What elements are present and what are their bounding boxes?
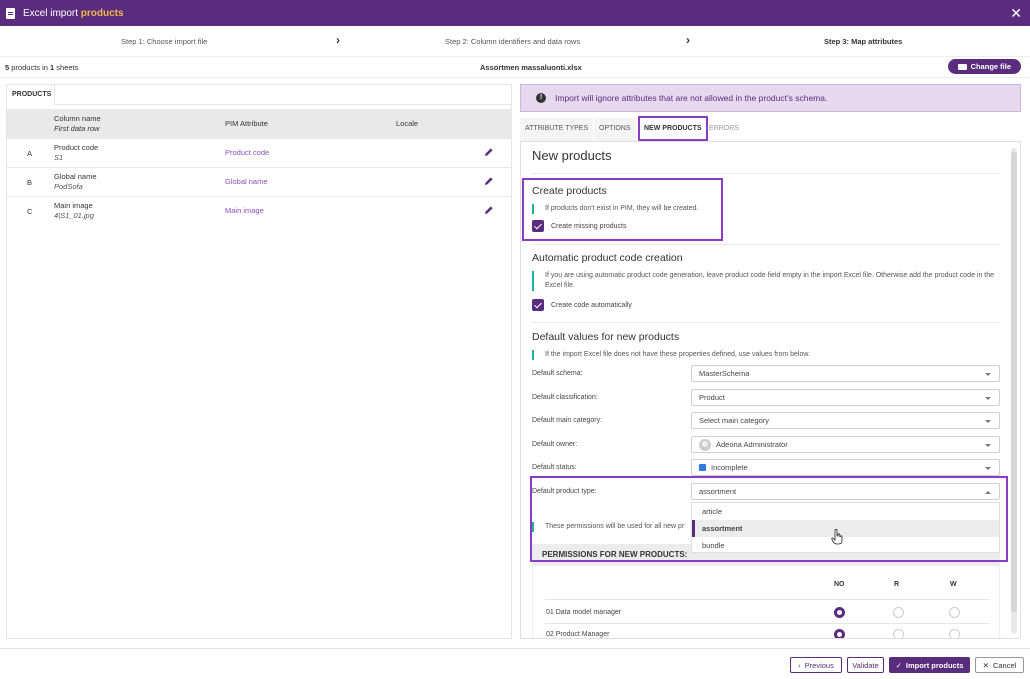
- perm-radio-r[interactable]: [893, 629, 904, 638]
- default-status-label: Default status:: [532, 464, 577, 471]
- default-schema-select[interactable]: MasterSchema: [691, 365, 1000, 382]
- permissions-table: NO R W 01 Data model manager 02 Product …: [532, 565, 1000, 638]
- step-2[interactable]: Step 2: Column identifiers and data rows: [445, 37, 580, 46]
- title-bar: Excel import products ✕: [0, 0, 1030, 26]
- products-count-text: 5 products in 1 sheets: [5, 63, 79, 72]
- change-file-button[interactable]: Change file: [947, 59, 1021, 74]
- perm-radio-r[interactable]: [893, 607, 904, 618]
- excel-file-icon: [6, 7, 15, 19]
- tab-errors[interactable]: ERRORS: [704, 118, 744, 141]
- checkbox-checked-icon: [532, 220, 544, 232]
- perm-radio-no[interactable]: [834, 607, 845, 618]
- info-icon: !: [536, 93, 546, 103]
- create-products-hint: If products don't exist in PIM, they wil…: [532, 204, 1002, 214]
- chevron-right-icon: ›: [686, 33, 690, 47]
- tab-products-sheet[interactable]: PRODUCTS: [7, 85, 55, 105]
- check-icon: ✓: [895, 660, 902, 670]
- create-code-automatically-checkbox[interactable]: Create code automatically: [532, 299, 632, 311]
- chevron-right-icon: ›: [336, 33, 340, 47]
- footer: ‹ Previous Validate ✓ Import products ✕ Can…: [0, 648, 1030, 679]
- schema-notice: ! Import will ignore attributes that are…: [520, 84, 1021, 112]
- previous-button[interactable]: ‹ Previous: [790, 657, 842, 673]
- product-type-highlight: [530, 476, 1008, 562]
- tab-new-products[interactable]: NEW PRODUCTS: [638, 116, 708, 141]
- pencil-icon[interactable]: [484, 176, 494, 186]
- page-title: New products: [532, 148, 612, 163]
- settings-tabs: ATTRIBUTE TYPES OPTIONS NEW PRODUCTS ERR…: [520, 116, 1021, 142]
- perm-row-label: 02 Product Manager: [546, 631, 610, 638]
- chevron-down-icon: [985, 467, 991, 470]
- chevron-down-icon: [985, 444, 991, 447]
- default-classification-label: Default classification:: [532, 394, 598, 401]
- default-main-category-label: Default main category:: [532, 417, 603, 424]
- wizard-steps: Step 1: Choose import file › Step 2: Col…: [0, 32, 1030, 52]
- new-products-panel: New products Create products If products…: [520, 142, 1021, 639]
- locale-header: Locale: [396, 119, 419, 128]
- first-data-row-header: First data row: [54, 124, 100, 133]
- defaults-title: Default values for new products: [532, 331, 680, 343]
- table-row: A Product code S1 Product code: [7, 139, 512, 168]
- settings-panel: ! Import will ignore attributes that are…: [520, 84, 1022, 639]
- default-status-select[interactable]: Incomplete: [691, 459, 1000, 476]
- perm-radio-no[interactable]: [834, 629, 845, 638]
- import-info-bar: 5 products in 1 sheets Assortmen massalu…: [0, 56, 1030, 78]
- pencil-icon[interactable]: [484, 205, 494, 215]
- file-name: Assortmen massaluonti.xlsx: [480, 63, 582, 72]
- pim-attribute-link[interactable]: Main image: [225, 206, 264, 215]
- close-icon[interactable]: ✕: [1010, 5, 1022, 22]
- step-3: Step 3: Map attributes: [824, 37, 903, 46]
- change-file-label: Change file: [970, 62, 1011, 71]
- default-owner-label: Default owner:: [532, 441, 578, 448]
- perm-radio-w[interactable]: [949, 607, 960, 618]
- mapping-table-header: Column name First data row PIM Attribute …: [7, 109, 512, 139]
- chevron-down-icon: [985, 397, 991, 400]
- tab-attribute-types[interactable]: ATTRIBUTE TYPES: [520, 118, 594, 141]
- pencil-icon[interactable]: [484, 147, 494, 157]
- chevron-left-icon: ‹: [798, 660, 801, 670]
- import-products-button[interactable]: ✓ Import products: [889, 657, 970, 673]
- pim-attribute-link[interactable]: Product code: [225, 148, 269, 157]
- default-main-category-select[interactable]: Select main category: [691, 412, 1000, 429]
- pim-attribute-header: PIM Attribute: [225, 119, 268, 128]
- column-name-header: Column name: [54, 114, 101, 123]
- pim-attribute-link[interactable]: Global name: [225, 177, 268, 186]
- scrollbar-thumb[interactable]: [1011, 152, 1017, 612]
- status-color-icon: [699, 464, 706, 471]
- default-classification-select[interactable]: Product: [691, 389, 1000, 406]
- checkbox-checked-icon: [532, 299, 544, 311]
- defaults-hint: If the import Excel file does not have t…: [532, 350, 1002, 360]
- mapping-panel: PRODUCTS Column name First data row PIM A…: [6, 84, 512, 639]
- cancel-button[interactable]: ✕ Cancel: [975, 657, 1024, 673]
- avatar: [699, 438, 711, 451]
- validate-button[interactable]: Validate: [847, 657, 884, 673]
- step-1[interactable]: Step 1: Choose import file: [121, 37, 207, 46]
- table-row: C Main image 4|S1_01.jpg Main image: [7, 197, 512, 226]
- default-owner-select[interactable]: Adeona Administrator: [691, 436, 1000, 453]
- auto-code-title: Automatic product code creation: [532, 252, 683, 264]
- perm-col-r: R: [894, 581, 900, 588]
- hand-cursor-icon: [831, 529, 843, 545]
- close-icon: ✕: [982, 660, 989, 670]
- auto-code-hint: If you are using automatic product code …: [532, 271, 1002, 291]
- window-title: Excel import products: [23, 7, 124, 19]
- tab-options[interactable]: OPTIONS: [594, 118, 636, 141]
- perm-col-w: W: [950, 581, 957, 588]
- default-schema-label: Default schema:: [532, 370, 583, 377]
- table-row: B Global name PodSofa Global name: [7, 168, 512, 197]
- chevron-down-icon: [985, 420, 991, 423]
- perm-radio-w[interactable]: [949, 629, 960, 638]
- create-products-title: Create products: [532, 185, 607, 197]
- chevron-down-icon: [985, 373, 991, 376]
- folder-icon: [957, 63, 967, 70]
- perm-row-label: 01 Data model manager: [546, 609, 622, 616]
- perm-col-no: NO: [834, 581, 845, 588]
- create-missing-products-checkbox[interactable]: Create missing products: [532, 220, 626, 232]
